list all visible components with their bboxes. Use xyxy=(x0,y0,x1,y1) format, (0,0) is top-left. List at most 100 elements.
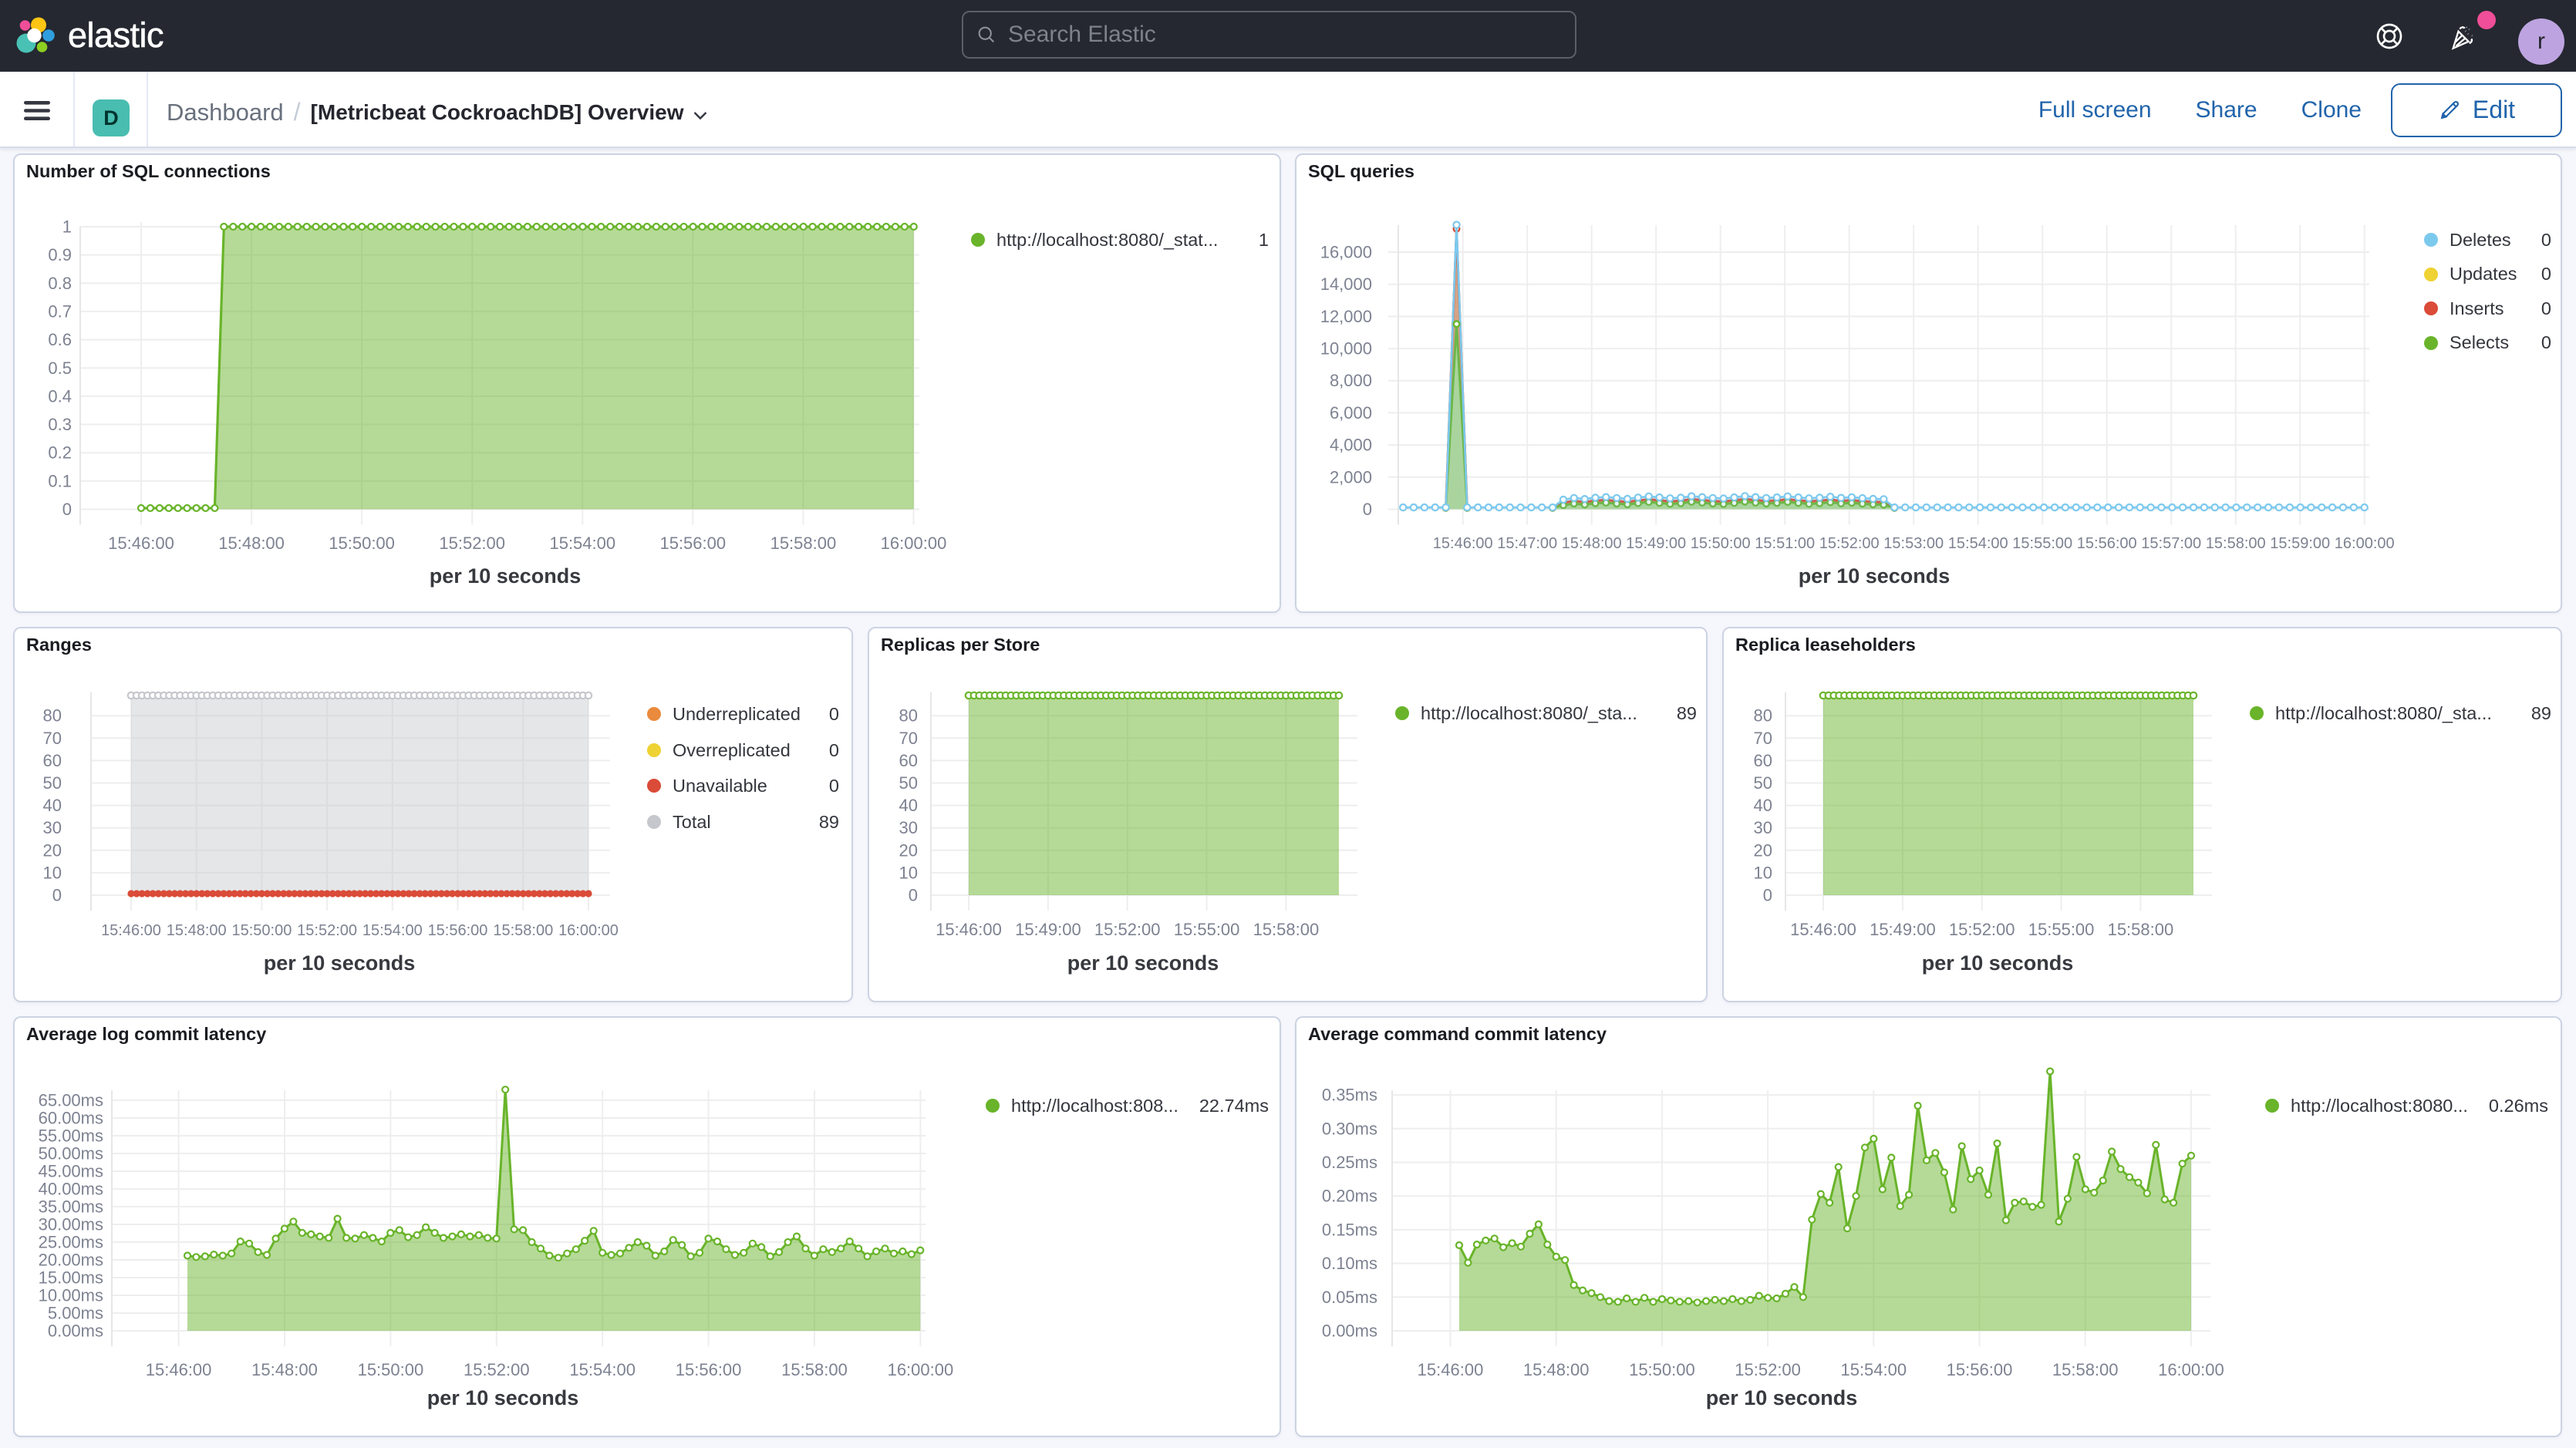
svg-text:0.35ms: 0.35ms xyxy=(1322,1086,1377,1105)
svg-text:2,000: 2,000 xyxy=(1330,467,1372,487)
svg-text:0.4: 0.4 xyxy=(48,386,72,406)
svg-text:55.00ms: 55.00ms xyxy=(39,1126,103,1146)
svg-text:0: 0 xyxy=(62,500,72,519)
svg-text:15:49:00: 15:49:00 xyxy=(1015,920,1081,939)
svg-text:12,000: 12,000 xyxy=(1320,307,1372,326)
svg-text:8,000: 8,000 xyxy=(1330,371,1372,390)
svg-text:15:47:00: 15:47:00 xyxy=(1497,535,1557,552)
svg-text:30: 30 xyxy=(43,818,62,837)
svg-text:15:59:00: 15:59:00 xyxy=(2270,535,2330,552)
svg-text:70: 70 xyxy=(43,729,62,748)
svg-text:0.3: 0.3 xyxy=(48,415,72,434)
svg-text:15:52:00: 15:52:00 xyxy=(297,922,357,939)
svg-text:0.30ms: 0.30ms xyxy=(1322,1119,1377,1138)
svg-text:15:52:00: 15:52:00 xyxy=(439,534,505,553)
svg-text:70: 70 xyxy=(1754,729,1772,748)
svg-text:15:46:00: 15:46:00 xyxy=(101,922,161,939)
svg-text:50: 50 xyxy=(1754,773,1772,793)
svg-text:50: 50 xyxy=(899,773,918,793)
svg-text:10: 10 xyxy=(899,863,918,882)
svg-text:15:56:00: 15:56:00 xyxy=(676,1360,742,1379)
svg-text:16,000: 16,000 xyxy=(1320,243,1372,262)
svg-text:15:55:00: 15:55:00 xyxy=(1174,920,1240,939)
svg-text:15:54:00: 15:54:00 xyxy=(362,922,423,939)
svg-text:0.15ms: 0.15ms xyxy=(1322,1220,1377,1239)
svg-text:15:51:00: 15:51:00 xyxy=(1755,535,1815,552)
svg-text:15:50:00: 15:50:00 xyxy=(358,1360,424,1379)
svg-text:0.10ms: 0.10ms xyxy=(1322,1254,1377,1273)
svg-text:15:49:00: 15:49:00 xyxy=(1870,920,1936,939)
svg-text:15:58:00: 15:58:00 xyxy=(2206,535,2266,552)
svg-text:15:54:00: 15:54:00 xyxy=(1948,535,2008,552)
svg-text:15:48:00: 15:48:00 xyxy=(167,922,227,939)
svg-text:4,000: 4,000 xyxy=(1330,436,1372,455)
svg-text:10,000: 10,000 xyxy=(1320,339,1372,359)
svg-text:15:48:00: 15:48:00 xyxy=(218,534,285,553)
svg-text:15:50:00: 15:50:00 xyxy=(1629,1360,1695,1379)
svg-text:10: 10 xyxy=(43,863,62,882)
svg-text:0.6: 0.6 xyxy=(48,330,72,349)
svg-text:65.00ms: 65.00ms xyxy=(39,1091,103,1110)
svg-text:15:54:00: 15:54:00 xyxy=(1840,1360,1907,1379)
svg-text:15:50:00: 15:50:00 xyxy=(329,534,395,553)
svg-text:15:58:00: 15:58:00 xyxy=(770,534,837,553)
svg-text:15:46:00: 15:46:00 xyxy=(146,1360,212,1379)
svg-text:15:52:00: 15:52:00 xyxy=(1819,535,1880,552)
svg-text:15:46:00: 15:46:00 xyxy=(936,920,1002,939)
svg-text:40: 40 xyxy=(1754,796,1772,815)
svg-text:25.00ms: 25.00ms xyxy=(39,1233,103,1252)
svg-text:per 10 seconds: per 10 seconds xyxy=(1067,951,1219,975)
svg-text:5.00ms: 5.00ms xyxy=(48,1304,103,1323)
svg-text:30: 30 xyxy=(1754,818,1772,837)
svg-text:15:52:00: 15:52:00 xyxy=(464,1360,530,1379)
svg-text:0: 0 xyxy=(1363,500,1372,519)
svg-text:30.00ms: 30.00ms xyxy=(39,1215,103,1234)
svg-text:16:00:00: 16:00:00 xyxy=(558,922,619,939)
svg-text:0: 0 xyxy=(1763,886,1772,905)
svg-text:15:53:00: 15:53:00 xyxy=(1883,535,1944,552)
svg-text:per 10 seconds: per 10 seconds xyxy=(427,1386,579,1409)
svg-text:60.00ms: 60.00ms xyxy=(39,1109,103,1128)
svg-text:15:50:00: 15:50:00 xyxy=(231,922,292,939)
svg-text:0.20ms: 0.20ms xyxy=(1322,1187,1377,1206)
svg-text:70: 70 xyxy=(899,729,918,748)
svg-text:20: 20 xyxy=(899,840,918,860)
svg-text:40: 40 xyxy=(899,796,918,815)
svg-text:10: 10 xyxy=(1754,863,1772,882)
svg-text:15:54:00: 15:54:00 xyxy=(569,1360,636,1379)
svg-text:0.1: 0.1 xyxy=(48,471,72,490)
svg-text:15.00ms: 15.00ms xyxy=(39,1268,103,1288)
svg-text:15:58:00: 15:58:00 xyxy=(1253,920,1320,939)
svg-text:6,000: 6,000 xyxy=(1330,403,1372,423)
svg-text:15:56:00: 15:56:00 xyxy=(659,534,726,553)
svg-text:15:58:00: 15:58:00 xyxy=(2052,1360,2119,1379)
svg-text:1: 1 xyxy=(62,217,72,237)
svg-text:16:00:00: 16:00:00 xyxy=(881,534,947,553)
svg-text:80: 80 xyxy=(43,706,62,726)
svg-text:20: 20 xyxy=(1754,840,1772,860)
svg-text:15:56:00: 15:56:00 xyxy=(2077,535,2137,552)
svg-text:40.00ms: 40.00ms xyxy=(39,1180,103,1199)
svg-text:15:54:00: 15:54:00 xyxy=(549,534,615,553)
svg-text:0.00ms: 0.00ms xyxy=(1322,1322,1377,1341)
svg-text:per 10 seconds: per 10 seconds xyxy=(1922,951,2074,975)
svg-text:16:00:00: 16:00:00 xyxy=(2335,535,2395,552)
svg-text:0.7: 0.7 xyxy=(48,301,72,321)
svg-text:16:00:00: 16:00:00 xyxy=(2158,1360,2224,1379)
svg-text:15:52:00: 15:52:00 xyxy=(1094,920,1161,939)
svg-text:15:48:00: 15:48:00 xyxy=(251,1360,318,1379)
svg-text:0: 0 xyxy=(909,886,918,905)
svg-text:45.00ms: 45.00ms xyxy=(39,1162,103,1181)
svg-text:0: 0 xyxy=(52,886,62,905)
svg-text:15:56:00: 15:56:00 xyxy=(1947,1360,2013,1379)
svg-text:20: 20 xyxy=(43,840,62,860)
svg-text:15:58:00: 15:58:00 xyxy=(781,1360,848,1379)
svg-text:15:48:00: 15:48:00 xyxy=(1523,1360,1590,1379)
svg-text:20.00ms: 20.00ms xyxy=(39,1251,103,1270)
svg-text:15:58:00: 15:58:00 xyxy=(2108,920,2174,939)
svg-text:15:50:00: 15:50:00 xyxy=(1691,535,1751,552)
svg-text:15:46:00: 15:46:00 xyxy=(1790,920,1856,939)
svg-text:15:52:00: 15:52:00 xyxy=(1735,1360,1801,1379)
svg-text:15:48:00: 15:48:00 xyxy=(1562,535,1622,552)
svg-text:0.05ms: 0.05ms xyxy=(1322,1288,1377,1307)
